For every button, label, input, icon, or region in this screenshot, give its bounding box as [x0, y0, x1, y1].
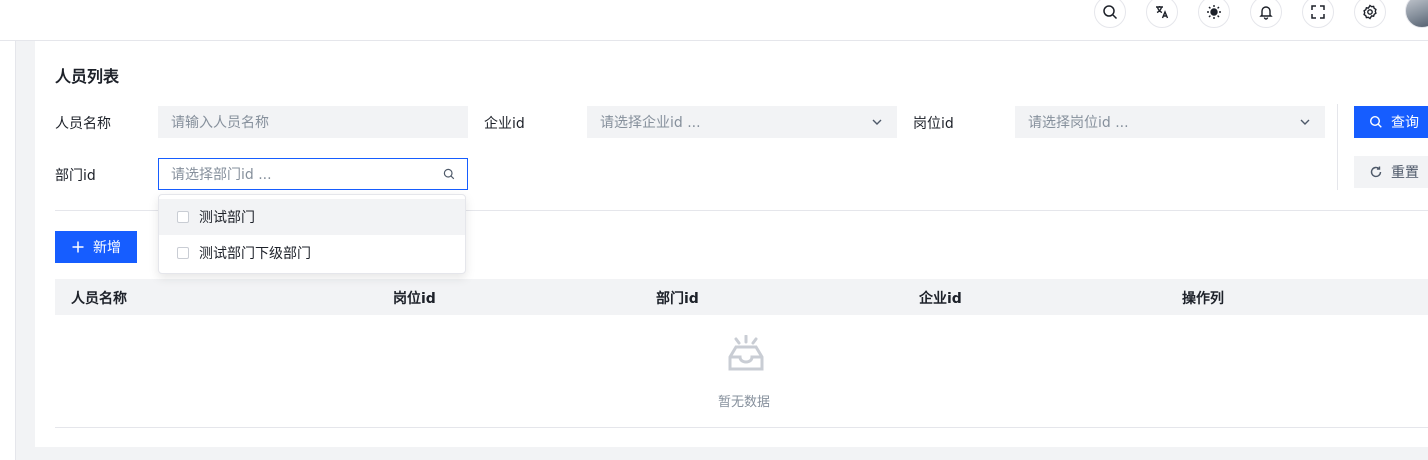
option-label: 测试部门 [199, 210, 255, 226]
chevron-down-icon [872, 119, 882, 125]
avatar[interactable] [1405, 0, 1428, 28]
reset-button-label: 重置 [1391, 165, 1419, 181]
dropdown-option[interactable]: 测试部门 [159, 199, 465, 235]
add-button-label: 新增 [93, 240, 121, 256]
column-header: 企业id [919, 291, 962, 307]
query-button-label: 查询 [1391, 115, 1419, 131]
option-label: 测试部门下级部门 [199, 246, 311, 262]
post-filter-label: 岗位id [913, 116, 954, 132]
checkbox[interactable] [177, 247, 189, 259]
company-select[interactable]: 请选择企业id ... [587, 106, 897, 138]
name-filter-label: 人员名称 [55, 116, 111, 132]
search-icon[interactable] [1094, 0, 1126, 28]
column-header: 操作列 [1182, 291, 1224, 307]
page-title: 人员列表 [55, 67, 120, 86]
plus-icon [72, 241, 84, 253]
empty-state-text: 暂无数据 [718, 395, 771, 410]
company-filter-label: 企业id [484, 116, 525, 132]
column-header: 部门id [656, 291, 699, 307]
query-button[interactable]: 查询 [1354, 106, 1428, 138]
dept-select-placeholder: 请选择部门id ... [171, 167, 272, 183]
top-navbar [0, 0, 1428, 41]
search-icon [1369, 115, 1382, 128]
reset-button[interactable]: 重置 [1354, 156, 1428, 188]
post-select-placeholder: 请选择岗位id ... [1028, 115, 1129, 131]
translate-icon[interactable] [1146, 0, 1178, 28]
chevron-down-icon [1300, 119, 1310, 125]
column-header: 岗位id [393, 291, 436, 307]
dept-select[interactable]: 请选择部门id ... [158, 158, 468, 190]
checkbox[interactable] [177, 211, 189, 223]
search-icon [443, 168, 455, 180]
dept-dropdown: 测试部门 测试部门下级部门 [158, 194, 466, 274]
table-header: 人员名称 岗位id 部门id 企业id 操作列 [55, 279, 1428, 315]
settings-icon[interactable] [1354, 0, 1386, 28]
bell-icon[interactable] [1250, 0, 1282, 28]
fullscreen-icon[interactable] [1302, 0, 1334, 28]
post-select[interactable]: 请选择岗位id ... [1015, 106, 1325, 138]
dropdown-option[interactable]: 测试部门下级部门 [159, 235, 465, 271]
refresh-icon [1370, 166, 1382, 178]
filter-divider [1337, 104, 1338, 190]
dept-filter-label: 部门id [55, 168, 96, 184]
column-header: 人员名称 [71, 291, 127, 307]
table-bottom-border [55, 427, 1428, 428]
sidebar-edge [0, 41, 16, 460]
company-select-placeholder: 请选择企业id ... [600, 115, 701, 131]
add-button[interactable]: 新增 [55, 231, 137, 263]
theme-sun-icon[interactable] [1198, 0, 1230, 28]
name-filter-input[interactable]: 请输入人员名称 [158, 106, 468, 138]
name-filter-placeholder: 请输入人员名称 [171, 115, 269, 131]
empty-inbox-icon [728, 335, 764, 371]
